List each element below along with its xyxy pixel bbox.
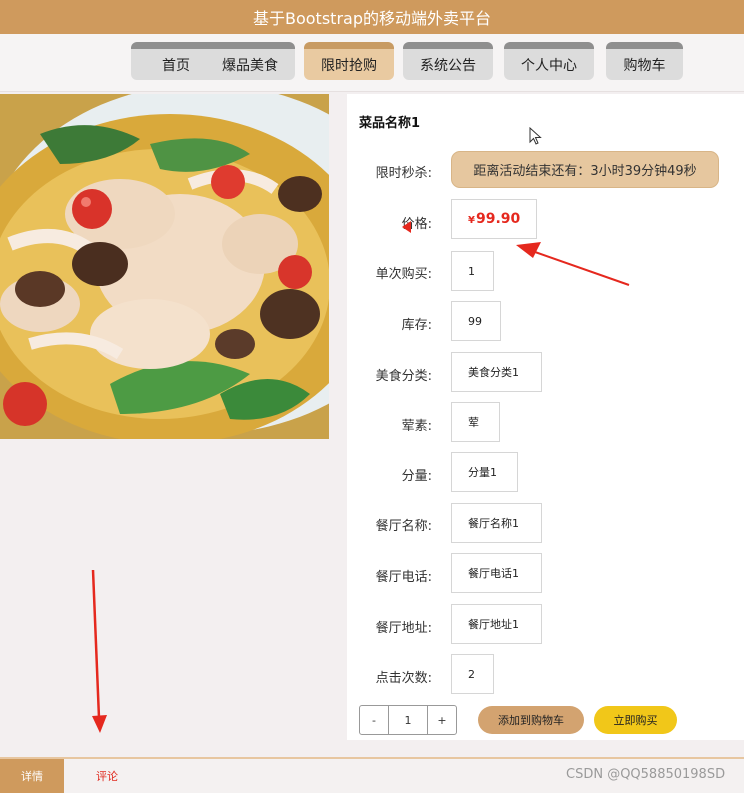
dish-image [0,94,329,439]
dish-name: 菜品名称1 [359,116,421,131]
price-value: ¥99.90 [468,211,520,227]
stock-label: 库存: [401,318,432,333]
add-to-cart-button[interactable]: 添加到购物车 [478,706,584,734]
flash-sale-label: 限时秒杀: [375,166,432,181]
click-count-label: 点击次数: [375,671,432,686]
restaurant-name-value: 餐厅名称1 [451,503,542,543]
tab-comment[interactable]: 评论 [96,759,118,793]
price-box: ¥99.90 [451,199,537,239]
restaurant-name-label: 餐厅名称: [375,519,432,534]
nav-cart[interactable]: 购物车 [606,42,683,80]
annotation-arrow-bottom [91,569,107,733]
increment-button[interactable]: + [428,706,456,734]
category-value: 美食分类1 [451,352,542,392]
per-purchase-value: 1 [451,251,494,291]
restaurant-phone-value: 餐厅电话1 [451,553,542,593]
portion-value: 分量1 [451,452,518,492]
quantity-stepper: - 1 + [359,705,457,735]
click-count-value: 2 [451,654,494,694]
quantity-input[interactable]: 1 [388,706,428,734]
buy-now-button[interactable]: 立即购买 [594,706,677,734]
tab-detail[interactable]: 详情 [0,759,64,793]
category-label: 美食分类: [375,369,432,384]
price-amount: 99.90 [475,211,521,227]
restaurant-address-value: 餐厅地址1 [451,604,542,644]
meat-veg-value: 荤 [451,402,500,442]
portion-label: 分量: [401,469,432,484]
app-header: 基于Bootstrap的移动端外卖平台 [0,0,744,34]
restaurant-phone-label: 餐厅电话: [375,570,432,585]
restaurant-address-label: 餐厅地址: [375,621,432,636]
watermark: CSDN @QQ58850198SD [566,767,726,782]
countdown-timer: 距离活动结束还有：3小时39分钟49秒 [451,151,719,188]
decrement-button[interactable]: - [360,706,388,734]
nav-flash-sale[interactable]: 限时抢购 [304,42,394,80]
stock-value: 99 [451,301,501,341]
per-purchase-label: 单次购买: [375,267,432,282]
price-currency: ¥ [468,215,475,226]
mouse-pointer-icon [529,127,542,145]
bottom-tab-bar: 详情 评论 CSDN @QQ58850198SD [0,757,744,793]
price-label: 价格: [401,217,432,232]
main-nav: 首页 爆品美食 限时抢购 系统公告 个人中心 购物车 [0,34,744,92]
meat-veg-label: 荤素: [401,419,432,434]
dish-detail-panel: 菜品名称1 限时秒杀: 距离活动结束还有：3小时39分钟49秒 价格: ¥99.… [347,94,744,740]
nav-profile[interactable]: 个人中心 [504,42,594,80]
nav-announcements[interactable]: 系统公告 [403,42,493,80]
dish-photo-illustration [0,94,329,439]
nav-hot-food[interactable]: 爆品美食 [205,42,295,80]
app-title: 基于Bootstrap的移动端外卖平台 [253,9,491,28]
